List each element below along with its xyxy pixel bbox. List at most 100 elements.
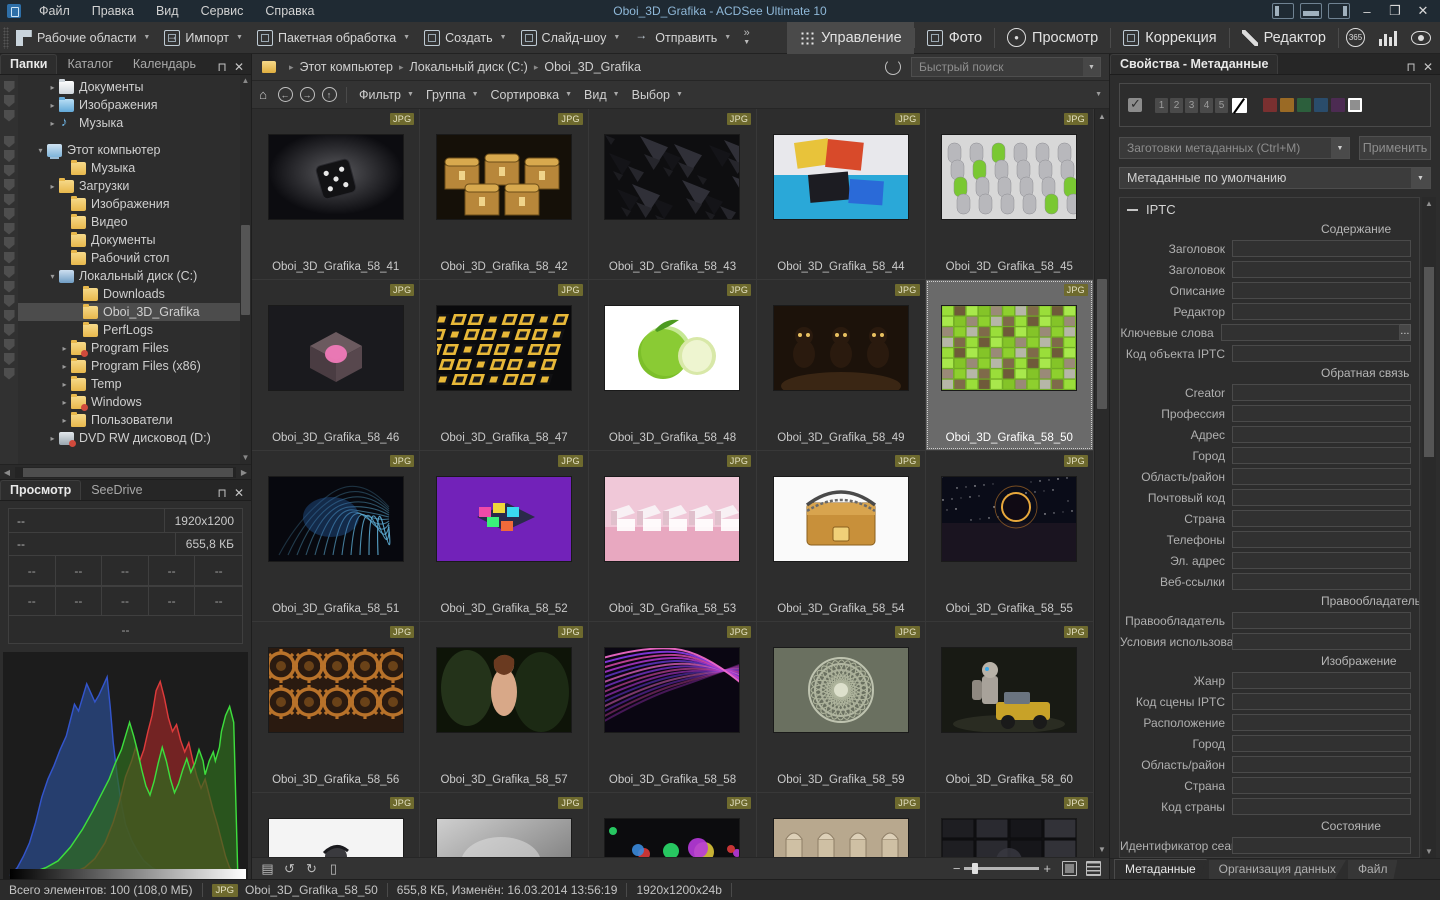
layout-right-icon[interactable] — [1328, 3, 1350, 19]
shield-icon[interactable] — [3, 309, 15, 322]
shield-icon[interactable] — [3, 80, 15, 93]
tab-properties-metadata[interactable]: Свойства - Метаданные — [1110, 54, 1279, 74]
thumbnail-item[interactable]: JPG Oboi_3D_Grafika_58_45 — [925, 109, 1094, 280]
filter-button[interactable]: Фильтр ▼ — [353, 86, 420, 104]
metadata-field-input[interactable] — [1232, 735, 1411, 752]
metadata-field-input[interactable] — [1232, 633, 1411, 650]
color-label-swatch-2[interactable] — [1280, 98, 1294, 112]
chevron-down-icon[interactable]: ▼ — [1083, 58, 1100, 76]
shield-icon[interactable] — [3, 280, 15, 293]
color-label-swatch-3[interactable] — [1297, 98, 1311, 112]
expand-arrow-icon[interactable]: ▸ — [46, 119, 59, 128]
rotate-right-icon[interactable]: ↻ — [304, 861, 319, 876]
breadcrumb-segment-computer[interactable]: Этот компьютер — [300, 60, 393, 74]
tree-item-[interactable]: ▸ Изображения — [18, 96, 251, 114]
close-icon[interactable]: ✕ — [1421, 60, 1435, 74]
zoom-slider[interactable] — [964, 863, 1040, 874]
zoom-slider-knob[interactable] — [972, 863, 979, 874]
search-input[interactable] — [912, 60, 1083, 74]
iptc-section-header[interactable]: IPTC — [1120, 198, 1419, 220]
thumbnail-item[interactable]: JPG Oboi_3D_Grafika_58_42 — [420, 109, 589, 280]
rotate-left-icon[interactable]: ↺ — [282, 861, 297, 876]
metadata-field-input[interactable] — [1232, 573, 1411, 590]
scroll-right-icon[interactable]: ▶ — [237, 468, 251, 477]
thumbnail-item[interactable]: JPG Oboi_3D_Grafika_58_60 — [925, 622, 1094, 793]
save-icon[interactable]: ▤ — [260, 861, 275, 876]
grid-scrollbar[interactable]: ▲ ▼ — [1094, 109, 1109, 857]
shield-icon[interactable] — [3, 135, 15, 148]
metadata-presets-combo[interactable]: Заготовки метаданных (Ctrl+M) ▼ — [1119, 137, 1350, 159]
eye-button[interactable] — [1404, 22, 1440, 54]
shield-icon[interactable] — [3, 338, 15, 351]
expand-arrow-icon[interactable]: ▸ — [58, 380, 71, 389]
menu-edit[interactable]: Правка — [81, 2, 145, 20]
thumbnail-item[interactable]: JPG — [252, 793, 421, 857]
tree-item-temp[interactable]: ▸ Temp — [18, 375, 251, 393]
thumbnail-item[interactable]: JPG Oboi_3D_Grafika_58_55 — [925, 451, 1094, 622]
thumbnail-grid[interactable]: JPG Oboi_3D_Grafika_58_41 JPG Oboi_3D_Grafi… — [252, 109, 1094, 857]
metadata-field-input[interactable] — [1232, 531, 1411, 548]
tree-item-c[interactable]: ▾ Локальный диск (C:) — [18, 267, 251, 285]
shield-icon[interactable] — [3, 367, 15, 380]
restore-button[interactable]: ❐ — [1382, 0, 1408, 22]
metadata-field-input[interactable] — [1232, 240, 1411, 257]
tab-editor[interactable]: Редактор — [1230, 22, 1338, 54]
scroll-left-icon[interactable]: ◀ — [0, 468, 14, 477]
breadcrumb-segment-disk[interactable]: Локальный диск (C:) — [410, 60, 528, 74]
tree-scrollbar[interactable]: ▲ ▼ — [240, 75, 251, 464]
shield-icon[interactable] — [3, 179, 15, 191]
close-icon[interactable]: ✕ — [232, 486, 246, 500]
expand-arrow-icon[interactable]: ▸ — [58, 398, 71, 407]
checkbox-icon[interactable] — [1128, 96, 1142, 112]
toolbar-batch[interactable]: Пакетная обработка ▼ — [250, 25, 417, 51]
thumbnail-item[interactable]: JPG — [420, 793, 589, 857]
tree-item-[interactable]: Документы — [18, 231, 251, 249]
toolbar-workspaces[interactable]: Рабочие области ▼ — [9, 25, 157, 51]
tab-catalog[interactable]: Каталог — [57, 54, 122, 74]
metadata-field-input[interactable] — [1232, 510, 1411, 527]
sort-button[interactable]: Сортировка ▼ — [485, 86, 579, 104]
close-button[interactable]: ✕ — [1410, 0, 1436, 22]
color-label-swatch-5[interactable] — [1331, 98, 1345, 112]
pin-icon[interactable]: ⊓ — [215, 486, 229, 500]
list-view-icon[interactable] — [1086, 861, 1101, 876]
shield-icon[interactable] — [3, 324, 15, 336]
metadata-field-input[interactable] — [1232, 693, 1411, 710]
thumbnail-item[interactable]: JPG Oboi_3D_Grafika_58_59 — [757, 622, 926, 793]
expand-arrow-icon[interactable]: ▸ — [46, 182, 59, 191]
collapse-icon[interactable] — [1127, 204, 1138, 215]
metadata-field-input[interactable] — [1232, 345, 1411, 362]
shield-icon[interactable] — [3, 222, 15, 235]
thumbnail-item[interactable]: JPG Oboi_3D_Grafika_58_47 — [420, 280, 589, 451]
scroll-thumb[interactable] — [1097, 279, 1107, 409]
metadata-field-input[interactable] — [1232, 714, 1411, 731]
scroll-down-icon[interactable]: ▼ — [1422, 845, 1436, 858]
tree-item-[interactable]: ▸ Пользователи — [18, 411, 251, 429]
expand-arrow-icon[interactable]: ▸ — [58, 362, 71, 371]
scroll-down-icon[interactable]: ▼ — [1095, 842, 1109, 857]
delete-icon[interactable]: ▯ — [326, 861, 341, 876]
close-icon[interactable]: ✕ — [232, 60, 246, 74]
thumbnail-item[interactable]: JPG Oboi_3D_Grafika_58_51 — [252, 451, 421, 622]
thumbnail-item[interactable]: JPG Oboi_3D_Grafika_58_46 — [252, 280, 421, 451]
metadata-field-input[interactable] — [1220, 324, 1400, 341]
toolbar-create[interactable]: Создать ▼ — [417, 25, 513, 51]
rating-1-button[interactable]: 1 — [1155, 97, 1168, 113]
tree-item-[interactable]: Музыка — [18, 159, 251, 177]
tab-view[interactable]: ● Просмотр — [995, 22, 1110, 54]
thumbnail-item[interactable]: JPG Oboi_3D_Grafika_58_49 — [757, 280, 926, 451]
thumbnail-item[interactable]: JPG Oboi_3D_Grafika_58_53 — [588, 451, 758, 622]
tab-manage[interactable]: Управление — [787, 21, 914, 54]
tab-metadata[interactable]: Метаданные — [1114, 859, 1207, 879]
tree-item-perflogs[interactable]: PerfLogs — [18, 321, 251, 339]
tree-item-[interactable]: Видео — [18, 213, 251, 231]
toolbar-send[interactable]: Отправить ▼ — [627, 25, 738, 51]
zoom-in-button[interactable]: + — [1043, 861, 1051, 876]
color-label-none-swatch[interactable] — [1348, 98, 1362, 112]
tree-item-[interactable]: Изображения — [18, 195, 251, 213]
zoom-out-button[interactable]: − — [953, 861, 961, 876]
metadata-field-input[interactable] — [1232, 282, 1411, 299]
expand-arrow-icon[interactable]: ▸ — [46, 83, 59, 92]
tree-item-dvd-rw-d[interactable]: ▸ DVD RW дисковод (D:) — [18, 429, 251, 447]
metadata-field-input[interactable] — [1232, 777, 1411, 794]
